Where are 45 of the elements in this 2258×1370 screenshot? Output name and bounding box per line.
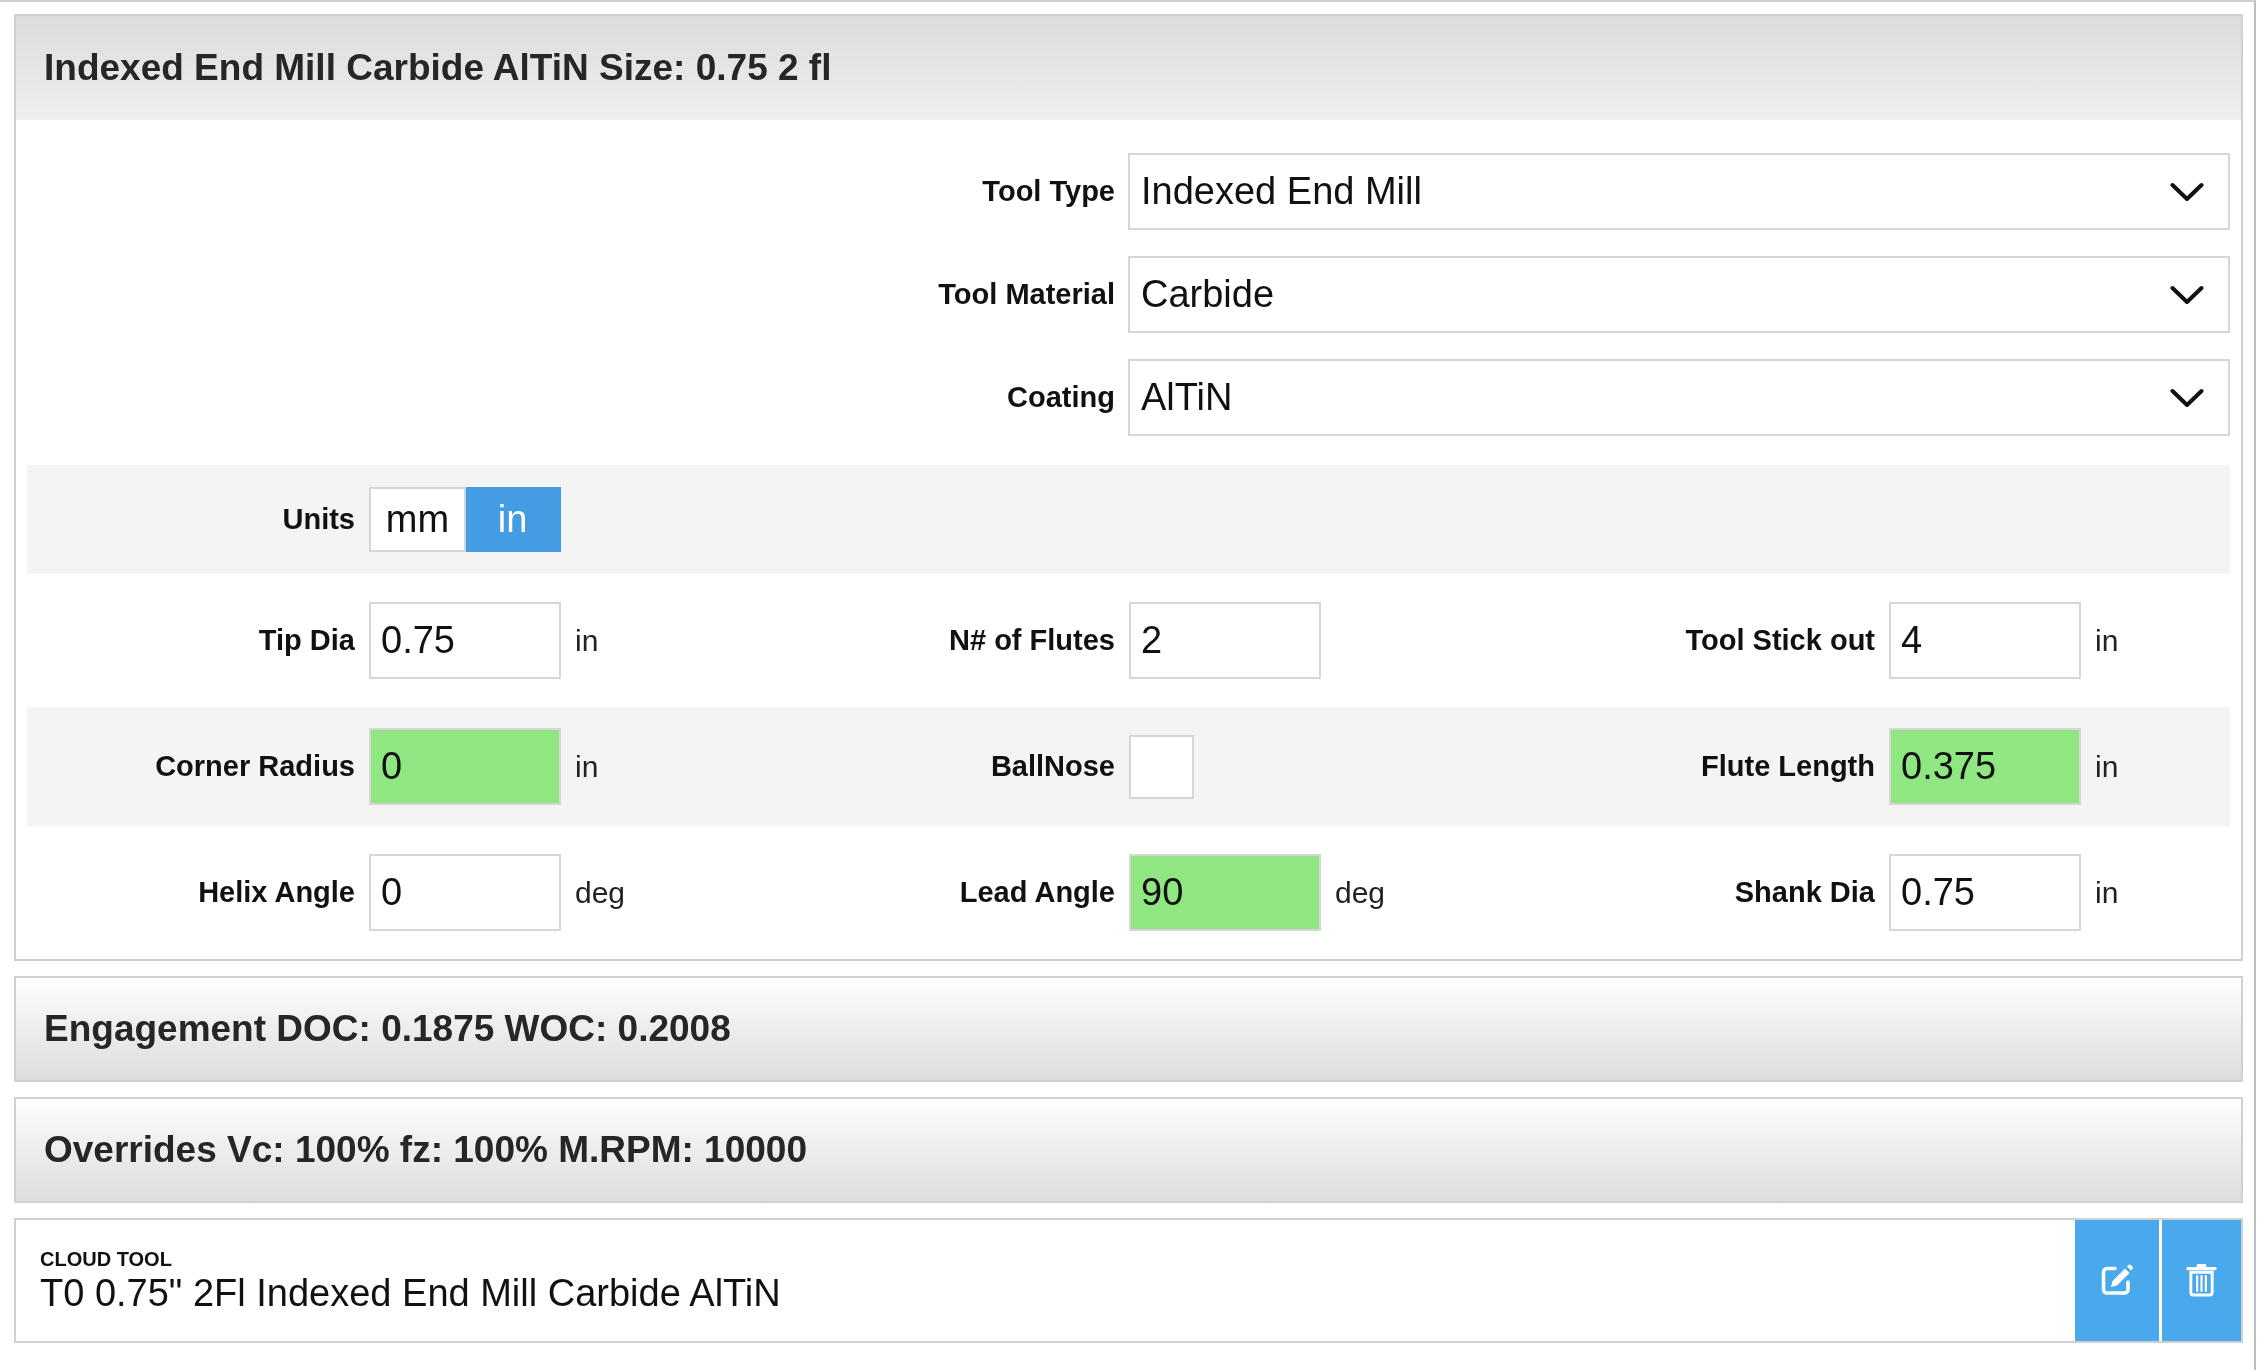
select-field[interactable]: Carbide [1128,256,2230,333]
chevron-down-icon [2170,387,2204,408]
input-field[interactable]: 4 [1889,602,2081,679]
checkbox[interactable] [1129,734,1194,799]
input-field[interactable]: 0.75 [1889,854,2081,931]
unit-label: in [575,749,599,784]
unit-label: deg [575,875,626,910]
field-label: Tip Dia [258,624,355,657]
edit-button[interactable] [2075,1220,2159,1341]
unit-label: in [2095,749,2119,784]
field-label: Lead Angle [959,876,1115,909]
input-field[interactable]: 0 [369,728,561,805]
field-label: BallNose [990,750,1115,783]
field-label: Shank Dia [1734,876,1875,909]
field-label: Tool Stick out [1685,624,1875,657]
panel-header[interactable]: Engagement DOC: 0.1875 WOC: 0.2008 [14,976,2243,1082]
field-label: Corner Radius [155,750,355,783]
panel-header[interactable]: Overrides Vc: 100% fz: 100% M.RPM: 10000 [14,1097,2243,1203]
chevron-down-icon [2170,284,2204,305]
trash-icon [2186,1262,2217,1297]
field-label: Helix Angle [198,876,355,909]
field-label: Coating [1007,381,1115,414]
edit-icon [2100,1263,2134,1296]
field-label: Flute Length [1701,750,1875,783]
input-field[interactable]: 0.75 [369,602,561,679]
unit-option[interactable]: mm [369,487,466,552]
input-field[interactable]: 0.375 [1889,728,2081,805]
tool-name: T0 0.75" 2Fl Indexed End Mill Carbide AlTiN [40,1270,781,1315]
unit-label: in [2095,623,2119,658]
field-label: N# of Flutes [949,624,1115,657]
select-field[interactable]: Indexed End Mill [1128,153,2230,230]
select-field[interactable]: AlTiN [1128,359,2230,436]
chevron-down-icon [2170,181,2204,202]
panel-header[interactable]: Indexed End Mill Carbide AlTiN Size: 0.75 2 fl [16,16,2241,120]
unit-label: in [2095,875,2119,910]
unit-label: in [575,623,599,658]
input-field[interactable]: 0 [369,854,561,931]
field-label: Units [282,503,355,536]
field-label: Tool Type [982,175,1115,208]
input-field[interactable]: 2 [1129,602,1321,679]
unit-label: deg [1335,875,1386,910]
tool-source-label: CLOUD TOOL [40,1246,172,1271]
delete-button[interactable] [2162,1220,2241,1341]
field-label: Tool Material [938,278,1115,311]
input-field[interactable]: 90 [1129,854,1321,931]
